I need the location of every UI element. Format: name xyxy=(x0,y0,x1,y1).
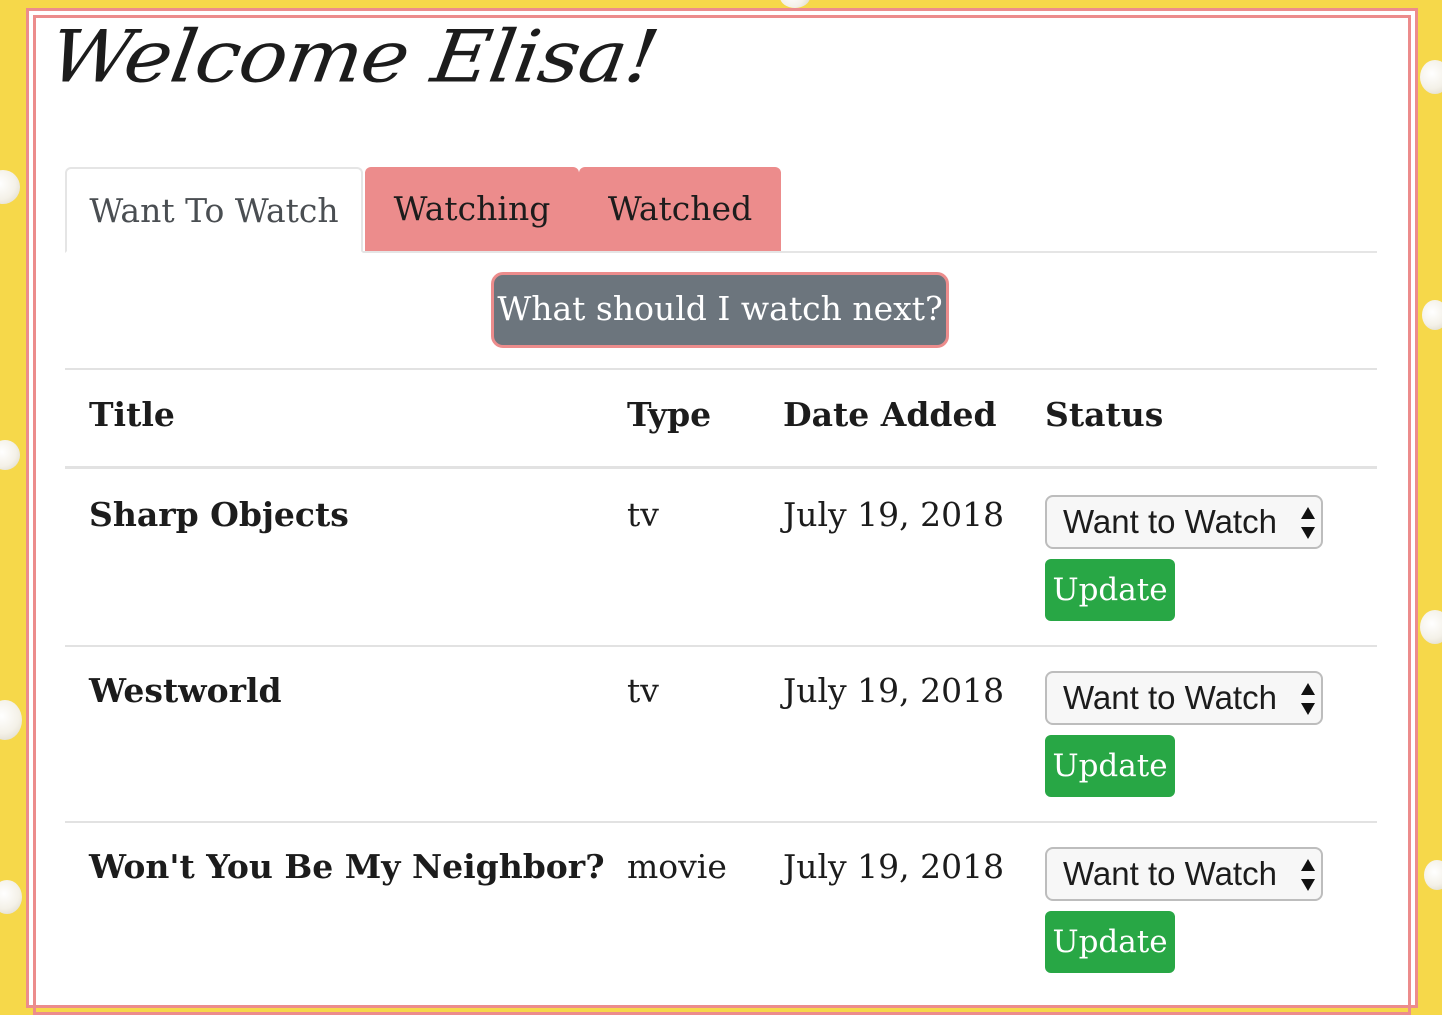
tab-watching[interactable]: Watching xyxy=(365,167,579,251)
status-select-value: Want to Watch xyxy=(1063,679,1277,716)
row-type: movie xyxy=(627,847,727,886)
main-card: Welcome Elisa! Want To Watch Watching Wa… xyxy=(26,8,1418,1015)
tab-bar: Want To Watch Watching Watched xyxy=(65,167,1377,253)
header-date-added: Date Added xyxy=(783,395,997,434)
select-arrows-icon xyxy=(1301,857,1315,893)
tab-watched[interactable]: Watched xyxy=(579,167,781,251)
select-arrows-icon xyxy=(1301,505,1315,541)
row-date: July 19, 2018 xyxy=(783,671,1005,710)
popcorn-decoration xyxy=(0,440,20,470)
popcorn-decoration xyxy=(0,700,22,740)
table-header-divider xyxy=(65,466,1377,469)
row-date: July 19, 2018 xyxy=(783,495,1005,534)
row-title: Sharp Objects xyxy=(89,495,349,534)
status-select[interactable]: Want to Watch xyxy=(1045,495,1323,549)
row-date: July 19, 2018 xyxy=(783,847,1005,886)
update-button[interactable]: Update xyxy=(1045,559,1175,621)
row-divider xyxy=(65,645,1377,647)
tab-want-to-watch[interactable]: Want To Watch xyxy=(65,167,363,253)
popcorn-decoration xyxy=(1420,610,1442,644)
select-arrows-icon xyxy=(1301,681,1315,717)
status-select-value: Want to Watch xyxy=(1063,855,1277,892)
popcorn-decoration xyxy=(1424,860,1442,890)
popcorn-decoration xyxy=(0,880,22,914)
status-select-value: Want to Watch xyxy=(1063,503,1277,540)
row-title: Won't You Be My Neighbor? xyxy=(89,847,605,886)
page-title: Welcome Elisa! xyxy=(43,15,664,99)
popcorn-decoration xyxy=(0,170,20,204)
status-select[interactable]: Want to Watch xyxy=(1045,671,1323,725)
row-divider xyxy=(65,821,1377,823)
popcorn-decoration xyxy=(1422,300,1442,330)
popcorn-decoration xyxy=(1420,60,1442,94)
header-status: Status xyxy=(1045,395,1164,434)
row-type: tv xyxy=(627,495,659,534)
update-button[interactable]: Update xyxy=(1045,911,1175,973)
table-top-divider xyxy=(65,368,1377,370)
header-type: Type xyxy=(627,395,712,434)
header-title: Title xyxy=(89,395,175,434)
row-title: Westworld xyxy=(89,671,282,710)
popcorn-decoration xyxy=(780,0,810,8)
row-type: tv xyxy=(627,671,659,710)
suggest-next-button[interactable]: What should I watch next? xyxy=(491,272,949,348)
status-select[interactable]: Want to Watch xyxy=(1045,847,1323,901)
update-button[interactable]: Update xyxy=(1045,735,1175,797)
